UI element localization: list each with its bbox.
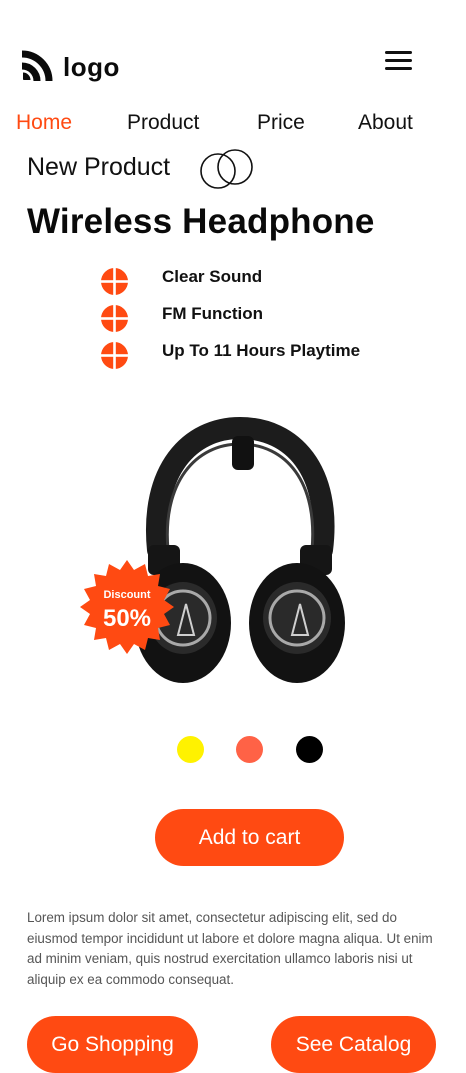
nav-home[interactable]: Home <box>16 110 72 136</box>
nav-about[interactable]: About <box>358 110 413 136</box>
rings-icon <box>200 149 253 189</box>
see-catalog-button[interactable]: See Catalog <box>271 1016 436 1073</box>
headphones-image <box>135 416 345 683</box>
discount-label: Discount <box>103 589 150 601</box>
discount-badge: Discount 50% <box>80 560 174 654</box>
plus-circle-icon <box>101 305 128 332</box>
color-swatch-coral[interactable] <box>236 736 263 763</box>
product-title: Wireless Headphone <box>27 202 375 241</box>
plus-circle-icon <box>101 342 128 369</box>
nav-product[interactable]: Product <box>127 110 199 136</box>
product-description: Lorem ipsum dolor sit amet, consectetur … <box>27 910 433 987</box>
eyebrow-label: New Product <box>27 153 171 181</box>
color-swatch-black[interactable] <box>296 736 323 763</box>
nav-price[interactable]: Price <box>257 110 305 136</box>
brand-logo[interactable]: logo <box>19 50 120 84</box>
logo-text: logo <box>63 52 120 82</box>
feature-item: Up To 11 Hours Playtime <box>162 341 361 360</box>
add-to-cart-button[interactable]: Add to cart <box>155 809 344 866</box>
feature-item: Clear Sound <box>162 267 263 286</box>
hamburger-icon[interactable] <box>385 50 412 72</box>
go-shopping-button[interactable]: Go Shopping <box>27 1016 198 1073</box>
wifi-arcs-icon <box>21 50 53 82</box>
plus-circle-icon <box>101 268 128 295</box>
discount-value: 50% <box>103 605 151 632</box>
feature-item: FM Function <box>162 304 264 323</box>
product-image-area <box>0 400 466 700</box>
color-swatch-yellow[interactable] <box>177 736 204 763</box>
